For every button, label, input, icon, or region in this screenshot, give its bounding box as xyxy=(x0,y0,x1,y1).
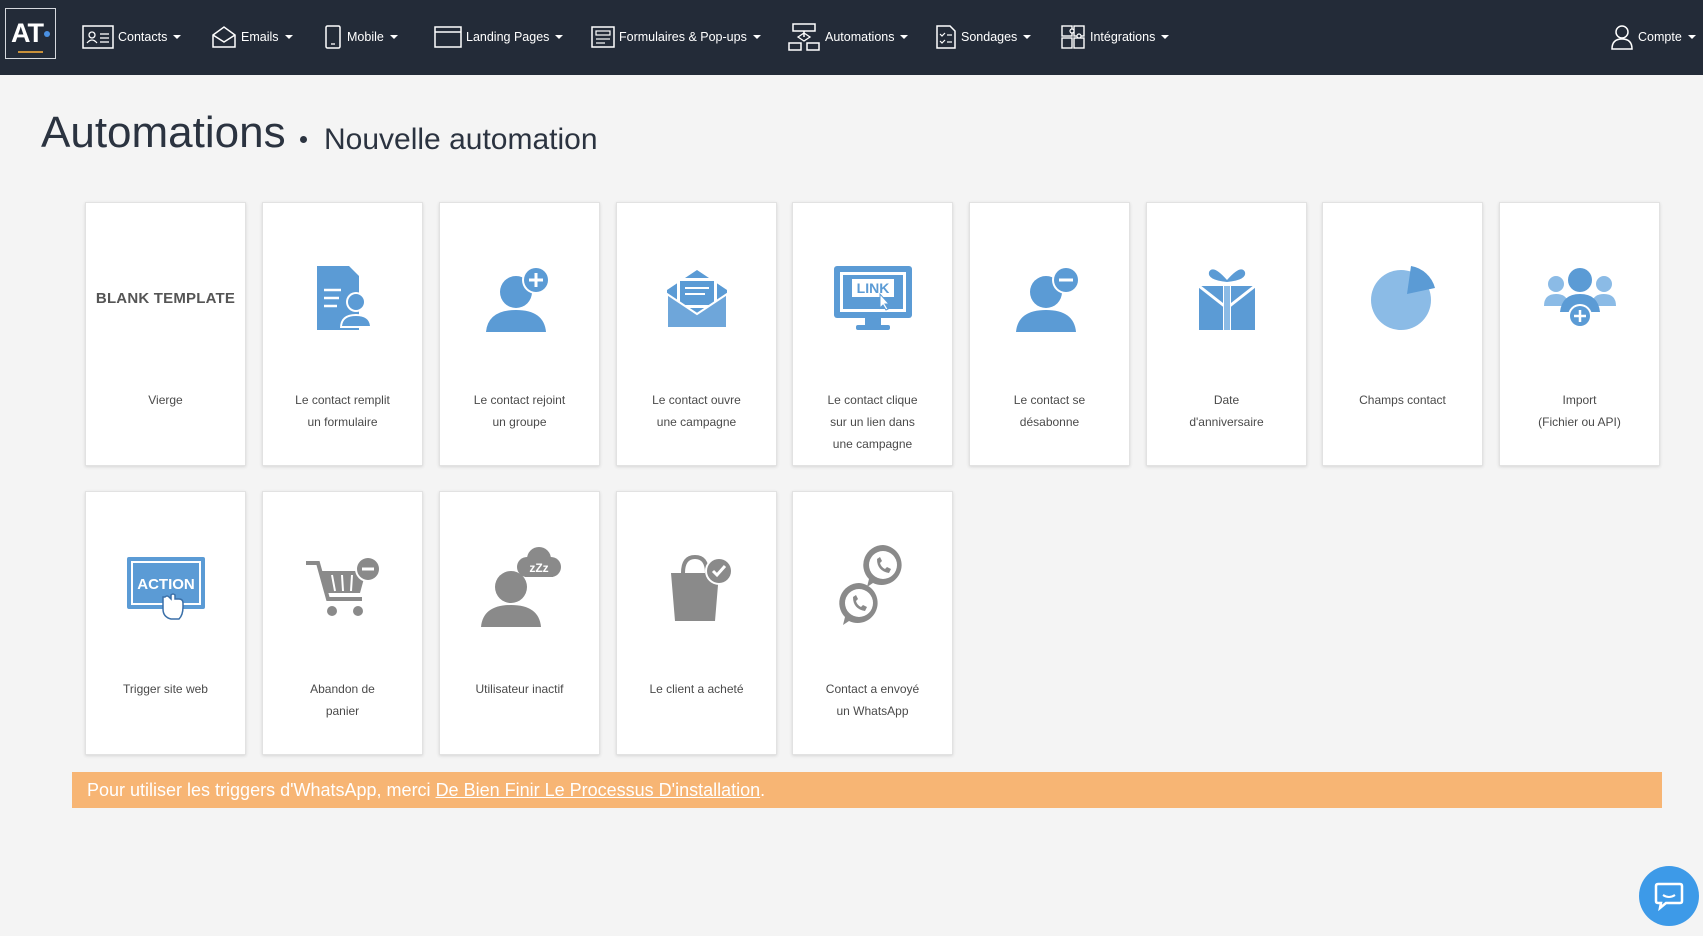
user-remove-icon xyxy=(1015,266,1080,332)
card-label: Vierge xyxy=(148,393,183,407)
svg-text:ACTION: ACTION xyxy=(137,576,195,593)
card-import[interactable]: Import (Fichier ou API) xyxy=(1499,202,1660,466)
chevron-down-icon xyxy=(900,35,909,39)
nav-emails-label: Emails xyxy=(241,30,279,44)
nav-integrations[interactable]: Intégrations xyxy=(1060,22,1170,52)
link-monitor-icon: LINK xyxy=(833,266,912,330)
card-unsubscribe[interactable]: Le contact se désabonne xyxy=(969,202,1130,466)
chevron-down-icon xyxy=(284,35,293,39)
whatsapp-warning-banner: Pour utiliser les triggers d'WhatsApp, m… xyxy=(72,772,1662,808)
nav-emails[interactable]: Emails xyxy=(211,22,293,52)
finish-installation-link[interactable]: De Bien Finir Le Processus D'installatio… xyxy=(436,780,761,801)
open-envelope-icon xyxy=(665,270,728,329)
nav-account-label: Compte xyxy=(1638,30,1682,44)
form-contact-icon xyxy=(316,266,372,330)
nav-account[interactable]: Compte xyxy=(1610,22,1696,52)
card-cart-abandon[interactable]: Abandon de panier xyxy=(262,491,423,755)
blank-template-badge: BLANK TEMPLATE xyxy=(95,289,236,307)
chat-support-button[interactable] xyxy=(1639,866,1699,926)
card-label: Contact a envoyé un WhatsApp xyxy=(825,682,920,718)
workflow-icon xyxy=(788,23,820,51)
card-blank-template[interactable]: BLANK TEMPLATE Vierge xyxy=(85,202,246,466)
warning-end: . xyxy=(760,779,766,800)
card-join-group[interactable]: Le contact rejoint un groupe xyxy=(439,202,600,466)
card-purchase[interactable]: Le client a acheté xyxy=(616,491,777,755)
card-label: Utilisateur inactif xyxy=(475,682,564,696)
card-contact-fields[interactable]: Champs contact xyxy=(1322,202,1483,466)
user-add-icon xyxy=(485,266,550,332)
nav-landing-pages[interactable]: Landing Pages xyxy=(434,22,564,52)
user-sleep-icon: zZz xyxy=(480,547,561,627)
nav-automations[interactable]: Automations xyxy=(787,22,909,52)
card-label: Le contact se désabonne xyxy=(1013,393,1086,429)
browser-window-icon xyxy=(434,26,462,48)
pie-chart-icon xyxy=(1370,266,1435,330)
card-label: Champs contact xyxy=(1359,393,1446,407)
card-label: Abandon de panier xyxy=(310,682,375,718)
chevron-down-icon xyxy=(173,35,182,39)
card-label: Le contact ouvre une campagne xyxy=(652,393,741,429)
envelope-icon xyxy=(212,26,236,48)
contact-card-icon xyxy=(82,25,114,49)
warning-text: Pour utiliser les triggers d'WhatsApp, m… xyxy=(87,779,431,800)
card-birthday[interactable]: Date d'anniversaire xyxy=(1146,202,1307,466)
title-separator-dot xyxy=(300,136,307,143)
gift-icon xyxy=(1197,269,1256,330)
top-navigation-bar: AT Contacts Emails Mobile Landing Pages … xyxy=(0,0,1703,75)
card-label: Le contact clique sur un lien dans une c… xyxy=(827,393,918,451)
card-inactive-user[interactable]: zZz Utilisateur inactif xyxy=(439,491,600,755)
user-account-icon xyxy=(1611,25,1633,50)
nav-contacts-label: Contacts xyxy=(118,30,168,44)
nav-contacts[interactable]: Contacts xyxy=(82,22,182,52)
action-click-icon: ACTION xyxy=(126,557,205,620)
nav-mobile[interactable]: Mobile xyxy=(323,22,398,52)
whatsapp-icon xyxy=(838,545,902,625)
chevron-down-icon xyxy=(1687,35,1696,39)
card-website-trigger[interactable]: ACTION Trigger site web xyxy=(85,491,246,755)
chevron-down-icon xyxy=(555,35,564,39)
nav-landing-label: Landing Pages xyxy=(466,30,550,44)
chevron-down-icon xyxy=(752,35,761,39)
bag-check-icon xyxy=(670,554,733,621)
nav-integrations-label: Intégrations xyxy=(1090,30,1156,44)
svg-text:LINK: LINK xyxy=(856,280,889,296)
logo-dot xyxy=(44,30,50,37)
card-label: Date d'anniversaire xyxy=(1189,393,1264,429)
cart-remove-icon xyxy=(305,556,381,616)
chevron-down-icon xyxy=(1161,35,1170,39)
card-label: Le contact rejoint un groupe xyxy=(473,393,566,429)
nav-forms-popups[interactable]: Formulaires & Pop-ups xyxy=(591,22,761,52)
card-whatsapp[interactable]: Contact a envoyé un WhatsApp xyxy=(792,491,953,755)
page-subtitle: Nouvelle automation xyxy=(324,123,598,156)
nav-surveys[interactable]: Sondages xyxy=(935,22,1032,52)
card-form-submit[interactable]: Le contact remplit un formulaire xyxy=(262,202,423,466)
logo[interactable]: AT xyxy=(5,8,56,59)
puzzle-icon xyxy=(1061,25,1085,49)
chat-bubble-icon xyxy=(1654,882,1684,911)
card-label: Trigger site web xyxy=(123,682,208,696)
nav-forms-label: Formulaires & Pop-ups xyxy=(619,30,747,44)
nav-mobile-label: Mobile xyxy=(347,30,384,44)
svg-text:zZz: zZz xyxy=(529,561,548,575)
card-label: Le contact remplit un formulaire xyxy=(295,393,390,429)
nav-surveys-label: Sondages xyxy=(961,30,1018,44)
mobile-phone-icon xyxy=(325,25,341,49)
survey-checklist-icon xyxy=(936,25,956,49)
card-click-link[interactable]: LINK Le contact clique sur un lien dans … xyxy=(792,202,953,466)
form-window-icon xyxy=(591,26,615,48)
chevron-down-icon xyxy=(1023,35,1032,39)
page-title: Automations xyxy=(41,108,286,157)
logo-text: AT xyxy=(11,18,44,48)
chevron-down-icon xyxy=(389,35,398,39)
nav-automations-label: Automations xyxy=(825,30,895,44)
users-import-icon xyxy=(1543,268,1616,328)
card-label: Le client a acheté xyxy=(649,682,744,696)
logo-underline xyxy=(18,51,43,53)
card-label: Import (Fichier ou API) xyxy=(1538,393,1621,429)
card-open-campaign[interactable]: Le contact ouvre une campagne xyxy=(616,202,777,466)
